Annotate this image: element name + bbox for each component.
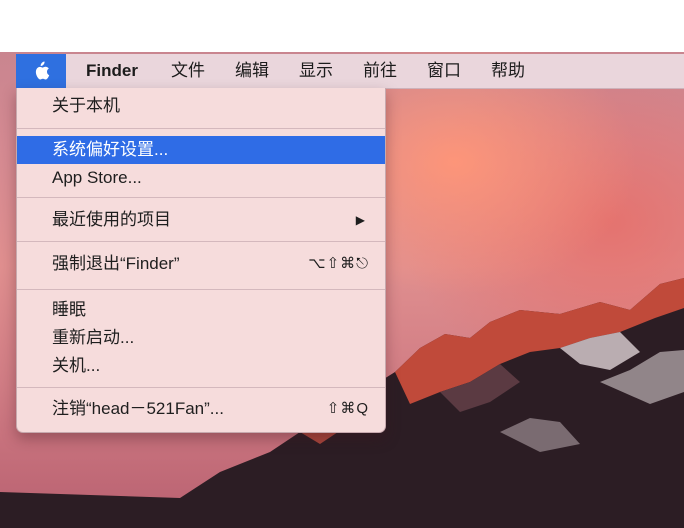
apple-menu-button[interactable]: [16, 54, 66, 88]
menubar-file[interactable]: 文件: [156, 54, 220, 88]
menu-separator: [17, 289, 385, 290]
menu-item-label: 睡眠: [52, 300, 86, 319]
menu-item-label: App Store...: [52, 168, 142, 187]
menu-item-log-out[interactable]: 注销“head－521Fan”... ⇧⌘Q: [17, 395, 385, 423]
shortcut-label: ⌥⇧⌘⎋: [308, 255, 369, 272]
menu-item-label: 关机...: [52, 356, 101, 375]
menubar-view[interactable]: 显示: [284, 54, 348, 88]
menu-item-recent-items[interactable]: 最近使用的项目 ▶: [17, 206, 385, 234]
menu-separator: [17, 241, 385, 242]
menu-item-system-preferences[interactable]: 系统偏好设置...: [17, 136, 385, 164]
triangle-right-icon: ▶: [355, 213, 365, 227]
menu-item-label: 最近使用的项目: [52, 210, 171, 229]
menu-item-restart[interactable]: 重新启动...: [17, 324, 385, 352]
menubar-go[interactable]: 前往: [348, 54, 412, 88]
menubar-edit[interactable]: 编辑: [220, 54, 284, 88]
menu-item-force-quit[interactable]: 强制退出“Finder” ⌥⇧⌘⎋: [17, 250, 385, 278]
shortcut-label: ⇧⌘Q: [326, 400, 369, 417]
apple-dropdown-menu: 关于本机 系统偏好设置... App Store... 最近使用的项目 ▶ 强制…: [16, 88, 386, 433]
menu-item-label: 系统偏好设置...: [52, 140, 169, 159]
menubar-finder[interactable]: Finder: [66, 54, 156, 88]
menu-bar: Finder 文件 编辑 显示 前往 窗口 帮助: [16, 54, 684, 89]
menu-separator: [17, 197, 385, 198]
menu-item-label: 关于本机: [52, 96, 120, 115]
menu-item-label: 注销“head－521Fan”...: [52, 399, 224, 418]
menu-item-label: 强制退出“Finder”: [52, 254, 180, 273]
menu-item-label: 重新启动...: [52, 328, 135, 347]
menu-item-shut-down[interactable]: 关机...: [17, 352, 385, 380]
menubar-window[interactable]: 窗口: [412, 54, 476, 88]
menu-item-sleep[interactable]: 睡眠: [17, 296, 385, 324]
menu-separator: [17, 387, 385, 388]
menu-item-app-store[interactable]: App Store...: [17, 164, 385, 192]
menubar-help[interactable]: 帮助: [476, 54, 540, 88]
menu-item-about-this-mac[interactable]: 关于本机: [17, 92, 385, 120]
menu-separator: [17, 128, 385, 129]
apple-icon: [35, 61, 50, 80]
